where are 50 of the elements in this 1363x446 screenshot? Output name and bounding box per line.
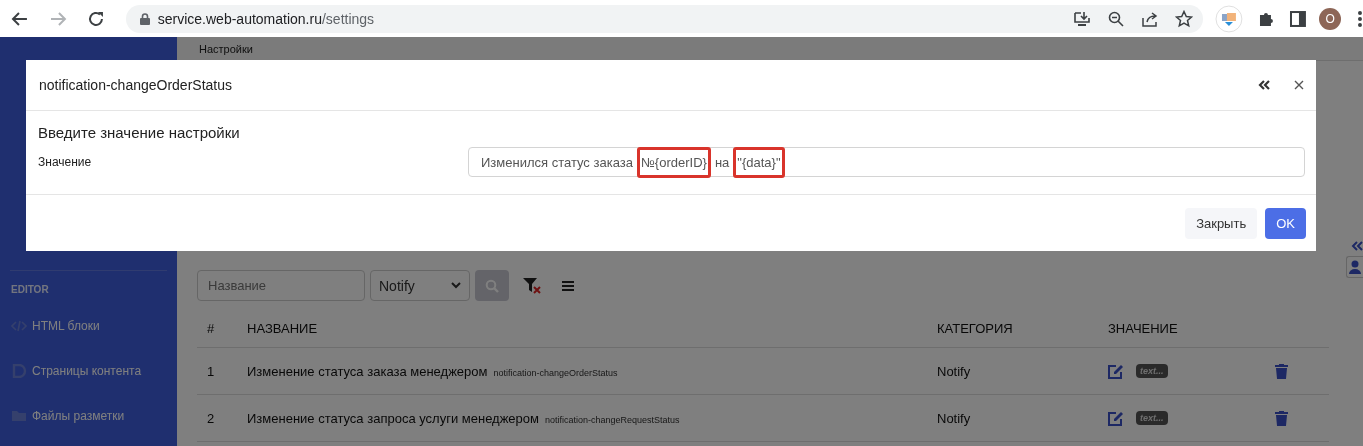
close-button[interactable]: Закрыть bbox=[1185, 207, 1258, 239]
column-header: КАТЕГОРИЯ bbox=[937, 320, 1014, 336]
chevron-icon bbox=[451, 282, 461, 289]
column-header: НАЗВАНИЕ bbox=[247, 320, 319, 336]
share-icon[interactable] bbox=[1141, 9, 1160, 28]
column-header: # bbox=[206, 320, 216, 336]
list-icon[interactable] bbox=[561, 279, 575, 292]
ok-button[interactable]: OK bbox=[1265, 207, 1306, 239]
edit-icon[interactable] bbox=[1108, 410, 1124, 426]
reload-icon[interactable] bbox=[86, 9, 105, 28]
column-header: ЗНАЧЕНИЕ bbox=[1108, 320, 1179, 336]
extension-icon[interactable] bbox=[1215, 4, 1244, 33]
collapse-icon[interactable] bbox=[1258, 80, 1270, 90]
trash-icon[interactable] bbox=[1275, 410, 1288, 426]
value-badge: text... bbox=[1136, 411, 1168, 425]
setting-name: Изменение статуса заказа менеджером bbox=[247, 363, 488, 379]
sidebar-item[interactable]: Файлы разметки bbox=[0, 393, 177, 438]
star-icon[interactable] bbox=[1175, 9, 1194, 28]
clear-filter-icon[interactable] bbox=[522, 276, 542, 295]
setting-key: notification-changeOrderStatus bbox=[493, 367, 618, 378]
user-button[interactable] bbox=[1346, 256, 1363, 278]
install-icon[interactable] bbox=[1073, 9, 1092, 28]
table-cell-text: Notify bbox=[937, 410, 972, 426]
category-select[interactable]: Notify bbox=[370, 270, 470, 301]
name-filter-field[interactable]: Название bbox=[197, 270, 365, 301]
breadcrumb[interactable]: Настройки bbox=[199, 42, 253, 55]
modal-title: notification-changeOrderStatus bbox=[39, 77, 233, 93]
table-cell-text: 2 bbox=[206, 410, 216, 426]
close-icon[interactable] bbox=[1294, 80, 1304, 90]
value-field[interactable]: Изменился статус заказа №{orderID} на "{data}" bbox=[468, 147, 1305, 177]
edit-icon[interactable] bbox=[1108, 363, 1124, 379]
user-icon bbox=[1349, 260, 1361, 274]
value-badge: text... bbox=[1136, 364, 1168, 378]
sidebar-heading: EDITOR bbox=[10, 284, 50, 295]
setting-name: Изменение статуса запроса услуги менеджером bbox=[247, 410, 539, 426]
search-icon bbox=[485, 278, 499, 293]
form-heading: Введите значение настройки bbox=[38, 124, 241, 141]
table-cell-text: 1 bbox=[206, 363, 216, 379]
field-label: Значение bbox=[38, 155, 93, 169]
profile-avatar[interactable]: O bbox=[1319, 7, 1341, 30]
lock-icon bbox=[139, 12, 150, 25]
sidebar-item[interactable]: Страницы контента bbox=[0, 348, 177, 393]
address-bar[interactable]: service.web-automation.ru/settings bbox=[125, 4, 1204, 33]
setting-key: notification-changeRequestStatus bbox=[545, 414, 680, 425]
sidebar-item[interactable]: HTML блоки bbox=[0, 303, 177, 348]
table-cell-text: Notify bbox=[937, 363, 972, 379]
zoom-icon[interactable] bbox=[1107, 9, 1126, 28]
menu-icon[interactable] bbox=[1357, 9, 1363, 28]
side-panel-icon[interactable] bbox=[1289, 9, 1308, 28]
trash-icon[interactable] bbox=[1275, 363, 1288, 379]
